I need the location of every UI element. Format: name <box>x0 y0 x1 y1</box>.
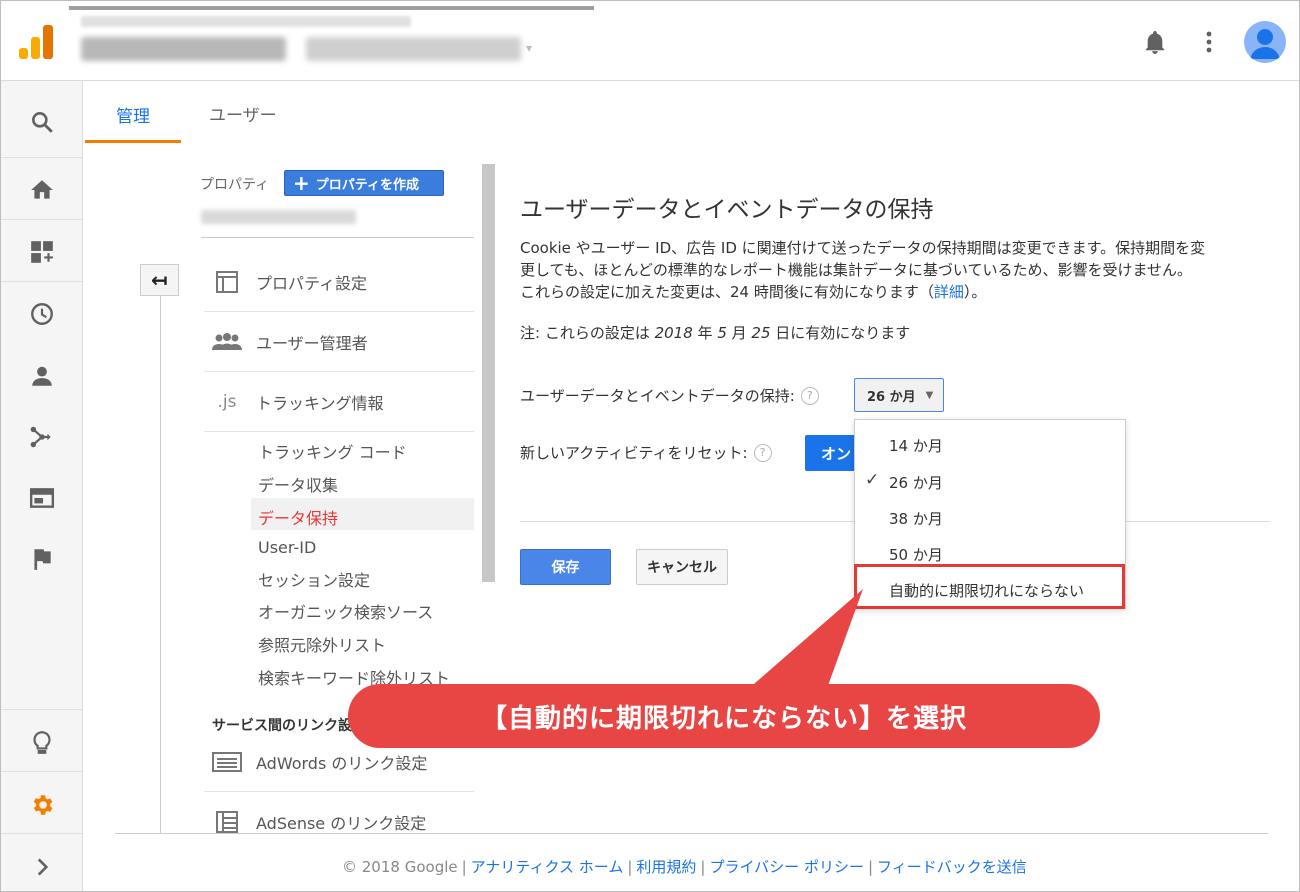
reset-activity-toggle[interactable]: オン <box>805 435 861 471</box>
property-label: プロパティ <box>200 177 270 193</box>
sub-item-data-retention[interactable]: データ保持 <box>258 505 338 529</box>
gear-icon[interactable] <box>1 774 82 835</box>
effective-date-note: 注: これらの設定は 2018 年 5 月 25 日に有効になります <box>520 324 911 342</box>
avatar[interactable] <box>1244 21 1286 63</box>
cancel-button[interactable]: キャンセル <box>636 549 728 585</box>
window-icon <box>204 270 250 294</box>
footer-link-feedback[interactable]: フィードバックを送信 <box>877 858 1027 876</box>
option-14-months[interactable]: 14 か月 <box>889 435 943 456</box>
display-icon[interactable] <box>1 467 82 528</box>
loading-bar <box>69 6 594 10</box>
create-property-button[interactable]: + プロパティを作成 <box>284 170 444 196</box>
top-bar: ▾ <box>1 1 1299 81</box>
instruction-callout: 【自動的に期限切れにならない】を選択 <box>348 684 1100 748</box>
person-icon[interactable] <box>1 345 82 406</box>
retention-period-select[interactable]: 26 か月 ▼ <box>854 378 944 412</box>
more-vert-icon[interactable] <box>1199 29 1219 55</box>
left-nav-rail <box>1 81 83 891</box>
clock-icon[interactable] <box>1 283 82 344</box>
sub-item-data-collection[interactable]: データ収集 <box>258 472 338 496</box>
lightbulb-icon[interactable] <box>1 712 82 773</box>
property-selector-dropdown[interactable] <box>201 210 356 224</box>
app-window: ▾ 管理 ユーザー プロパティ + プロパティを作成 ↤ プロパティ設定 ユーザ… <box>0 0 1300 892</box>
sub-item-referral-exclusion[interactable]: 参照元除外リスト <box>258 632 386 656</box>
save-button[interactable]: 保存 <box>520 549 611 585</box>
footer-link-terms[interactable]: 利用規約 <box>636 858 696 876</box>
sub-item-session-settings[interactable]: セッション設定 <box>258 567 370 591</box>
dashboard-add-icon[interactable] <box>1 221 82 282</box>
retention-field-label: ユーザーデータとイベントデータの保持: ? <box>520 385 819 406</box>
chevron-right-icon[interactable] <box>1 836 82 891</box>
highlight-box <box>854 564 1125 609</box>
option-26-months[interactable]: 26 か月 <box>889 472 943 493</box>
bell-icon[interactable] <box>1144 29 1166 55</box>
flag-icon[interactable] <box>1 528 82 589</box>
view-selector[interactable] <box>306 37 521 61</box>
flow-icon[interactable] <box>1 406 82 467</box>
menu-item-property-settings[interactable]: プロパティ設定 <box>204 252 474 312</box>
analytics-logo[interactable] <box>19 25 55 59</box>
details-link[interactable]: 詳細 <box>934 283 964 301</box>
option-38-months[interactable]: 38 か月 <box>889 508 943 529</box>
property-column-scrollbar[interactable] <box>482 164 495 582</box>
people-icon <box>204 332 250 352</box>
adsense-icon <box>204 810 250 834</box>
menu-item-adsense-linking[interactable]: AdSense のリンク設定 <box>204 792 474 852</box>
footer-link-privacy[interactable]: プライバシー ポリシー <box>709 858 863 876</box>
adwords-icon <box>204 752 250 772</box>
plus-icon: + <box>293 171 310 195</box>
menu-item-user-management[interactable]: ユーザー管理者 <box>204 312 474 372</box>
tab-user[interactable]: ユーザー <box>209 101 277 143</box>
chevron-down-icon[interactable]: ▾ <box>526 41 532 55</box>
menu-item-tracking-info[interactable]: .js トラッキング情報 <box>204 372 474 432</box>
help-icon[interactable]: ? <box>753 443 772 462</box>
sub-item-organic-search-sources[interactable]: オーガニック検索ソース <box>258 599 433 623</box>
footer-link-analytics-home[interactable]: アナリティクス ホーム <box>471 858 624 876</box>
tab-admin[interactable]: 管理 <box>85 101 181 143</box>
property-selector[interactable] <box>81 37 286 61</box>
account-breadcrumb <box>81 16 411 27</box>
sub-item-tracking-code[interactable]: トラッキング コード <box>258 439 407 463</box>
footer: © 2018 Google | アナリティクス ホーム | 利用規約 | プライバシー ポリ… <box>342 858 1027 876</box>
page-description: Cookie やユーザー ID、広告 ID に関連付けて送ったデータの保持期間は… <box>520 239 1206 301</box>
option-50-months[interactable]: 50 か月 <box>889 544 943 565</box>
js-icon: .js <box>217 391 237 412</box>
checkmark-icon: ✓ <box>865 470 880 490</box>
search-icon[interactable] <box>1 91 82 152</box>
reset-activity-field-label: 新しいアクティビティをリセット: ? <box>520 442 772 463</box>
home-icon[interactable] <box>1 159 82 220</box>
help-icon[interactable]: ? <box>800 386 819 405</box>
caret-down-icon: ▼ <box>925 389 934 401</box>
sub-item-user-id[interactable]: User-ID <box>258 538 316 557</box>
back-arrow-button[interactable]: ↤ <box>140 264 179 296</box>
page-title: ユーザーデータとイベントデータの保持 <box>520 197 934 223</box>
